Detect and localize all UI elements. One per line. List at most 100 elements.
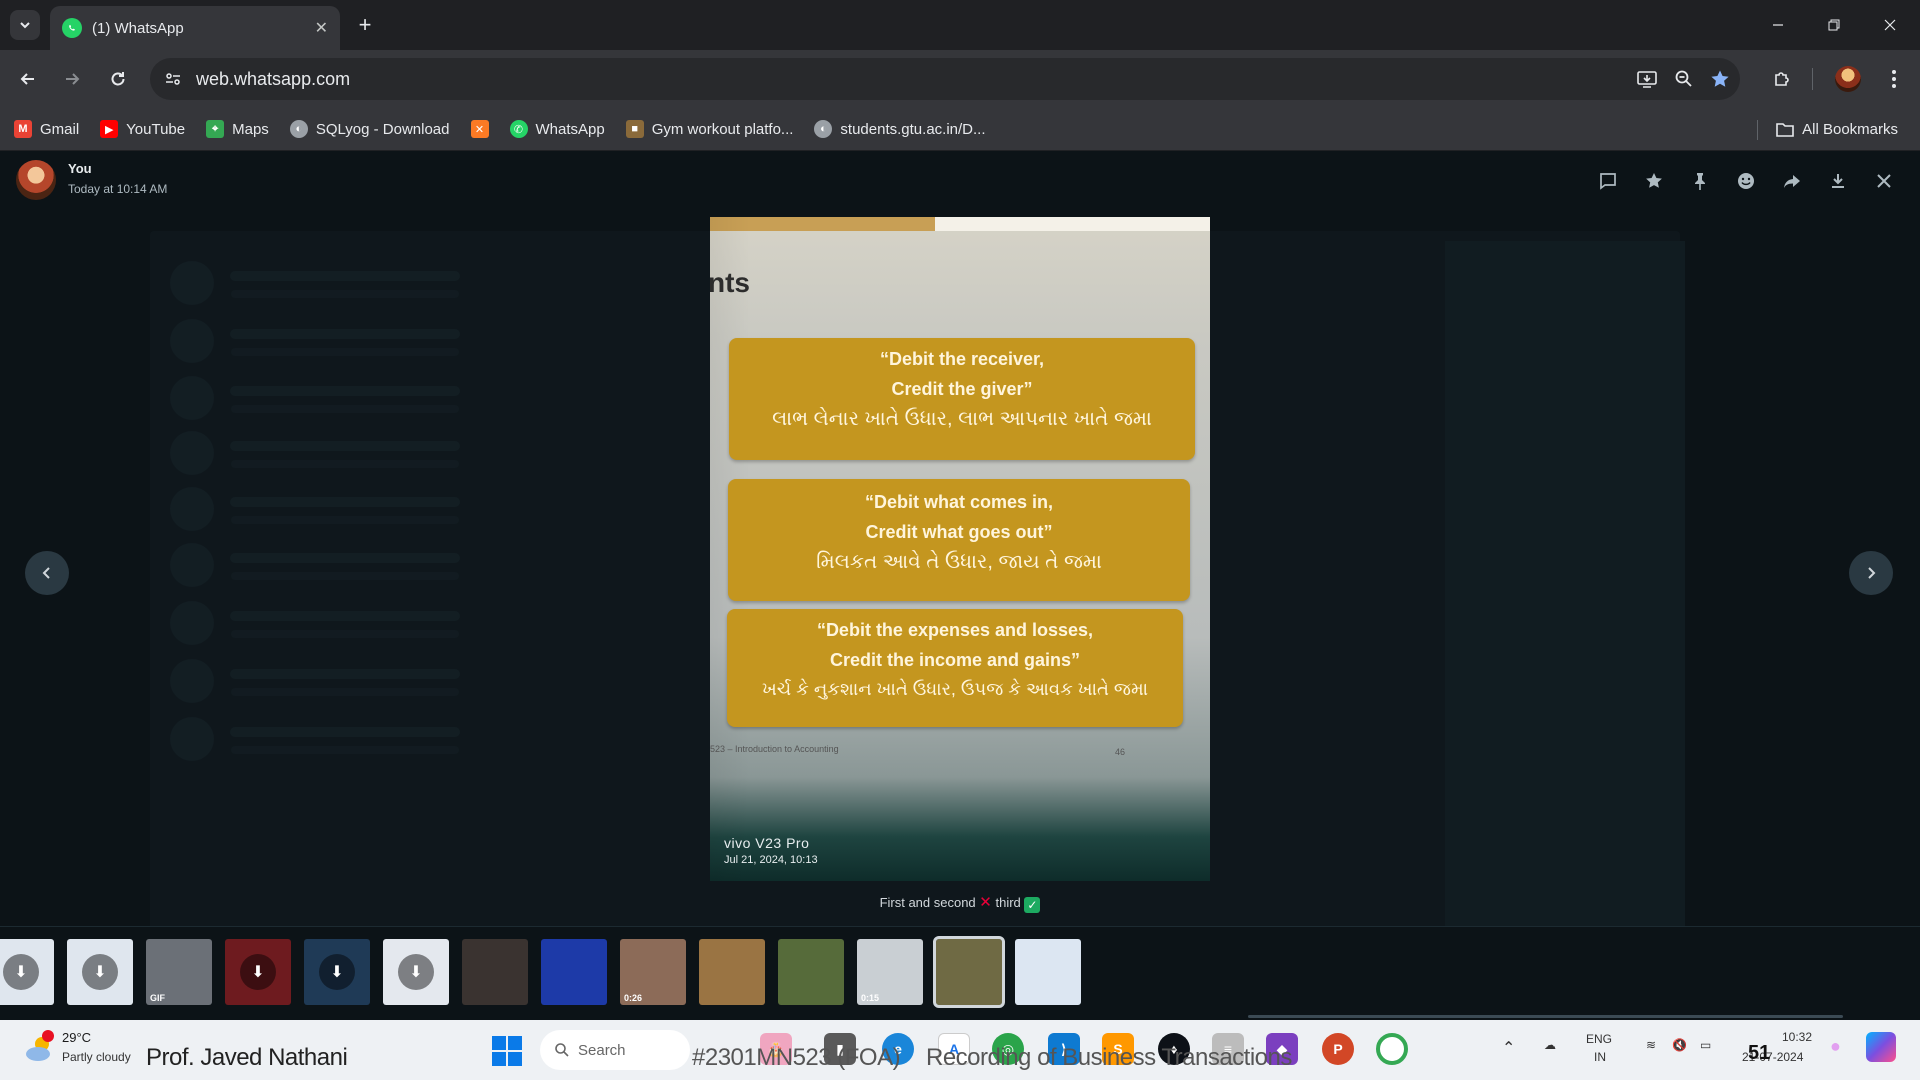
language-primary[interactable]: ENG	[1586, 1032, 1612, 1046]
media-thumbnail[interactable]	[933, 936, 1005, 1008]
forward-button[interactable]	[1776, 165, 1808, 197]
menu-button[interactable]	[1878, 63, 1910, 95]
avatar	[1835, 66, 1861, 92]
media-thumbnail[interactable]: 0:26	[620, 939, 686, 1005]
show-hidden-icons[interactable]: ⌃	[1502, 1038, 1515, 1058]
all-bookmarks-button[interactable]: All Bookmarks	[1776, 108, 1898, 151]
zoom-icon[interactable]	[1674, 69, 1694, 89]
media-thumbnail[interactable]: ⬇	[225, 939, 291, 1005]
gif-badge: GIF	[150, 993, 165, 1003]
bookmark-label: SQLyog - Download	[315, 120, 450, 138]
forward-icon	[1784, 175, 1800, 188]
clock-time[interactable]: 10:32	[1782, 1030, 1812, 1044]
bookmark-youtube[interactable]: ▶ YouTube	[100, 120, 185, 138]
profile-button[interactable]	[1832, 63, 1864, 95]
rule-1-gujarati: લાભ લેનાર ખાતે ઉધાર, લાભ આપનાર ખાતે જમા	[772, 408, 1152, 430]
close-icon	[1877, 174, 1891, 188]
bookmark-label: Maps	[232, 120, 269, 138]
slide-number: 46	[1115, 747, 1126, 757]
bookmark-gym-workout-platfo[interactable]: ■ Gym workout platfo...	[625, 120, 793, 138]
media-thumbnail[interactable]: ⬇	[67, 939, 133, 1005]
media-thumbnail[interactable]	[1015, 939, 1081, 1005]
bookmark-sqlyog-download[interactable]: ◐ SQLyog - Download	[289, 120, 450, 138]
gym-icon: ■	[625, 120, 644, 138]
slide-footer: 523 – Introduction to Accounting	[710, 744, 839, 754]
media-thumbnail[interactable]: ⬇	[0, 939, 54, 1005]
tab-whatsapp[interactable]: (1) WhatsApp ✕	[50, 6, 340, 50]
pin-button[interactable]	[1684, 165, 1716, 197]
media-thumbnail[interactable]	[778, 939, 844, 1005]
minimize-button[interactable]	[1750, 0, 1806, 50]
camera-watermark-date: Jul 21, 2024, 10:13	[724, 854, 818, 866]
media-thumbnail[interactable]: 0:15	[857, 939, 923, 1005]
star-icon	[1646, 173, 1662, 188]
install-app-icon[interactable]	[1636, 69, 1658, 89]
close-icon[interactable]: ✕	[315, 18, 328, 38]
chevron-down-icon	[20, 22, 30, 29]
notification-icon[interactable]: ●	[1830, 1036, 1841, 1057]
check-mark-icon: ✓	[1024, 897, 1041, 913]
media-thumbnail[interactable]: ⬇	[383, 939, 449, 1005]
react-button[interactable]	[1730, 165, 1762, 197]
video-overlay-presenter: Prof. Javed Nathani	[146, 1044, 348, 1071]
extensions-button[interactable]	[1766, 63, 1798, 95]
bookmarks-bar: M Gmail ▶ YouTube ⌖ Maps ◐ SQLyog - Download ✕ ✆ W…	[0, 108, 1920, 151]
chrome-icon[interactable]	[1376, 1033, 1408, 1065]
back-button[interactable]	[12, 63, 44, 95]
bookmark-gmail[interactable]: M Gmail	[14, 120, 79, 138]
star-button[interactable]	[1638, 165, 1670, 197]
partly-cloudy-icon	[26, 1030, 54, 1061]
network-icon[interactable]: ☁	[1544, 1038, 1556, 1052]
media-thumbnail-strip: ⬇ ⬇ GIF ⬇ ⬇ ⬇ 0:26 0:15	[0, 926, 1920, 1020]
download-icon: ⬇	[398, 954, 434, 990]
bookmark-label: students.gtu.ac.in/D...	[840, 120, 986, 138]
viewed-photo[interactable]: nts “Debit the receiver, Credit the give…	[710, 217, 1210, 881]
media-thumbnail[interactable]	[541, 939, 607, 1005]
go-to-message-button[interactable]	[1592, 165, 1624, 197]
youtube-icon: ▶	[100, 120, 119, 138]
weather-widget[interactable]	[22, 1030, 62, 1070]
pin-icon	[1695, 173, 1705, 190]
rule-card-2: “Debit what comes in, Credit what goes o…	[728, 479, 1190, 601]
language-secondary[interactable]: IN	[1594, 1050, 1606, 1064]
close-viewer-button[interactable]	[1868, 165, 1900, 197]
new-tab-button[interactable]: +	[352, 12, 378, 38]
copilot-icon[interactable]	[1866, 1032, 1896, 1062]
bookmark-maps[interactable]: ⌖ Maps	[206, 120, 269, 138]
mute-icon[interactable]: 🔇	[1672, 1038, 1687, 1052]
tab-search-button[interactable]	[10, 10, 40, 40]
wifi-icon[interactable]: ≋	[1646, 1038, 1656, 1052]
bookmark-students-gtu-ac-in-d[interactable]: ◐ students.gtu.ac.in/D...	[814, 120, 986, 138]
download-button[interactable]	[1822, 165, 1854, 197]
thumbnail-scrollbar[interactable]	[1248, 1015, 1843, 1018]
bookmark-xampp[interactable]: ✕	[470, 120, 489, 138]
bookmarks-divider	[1757, 120, 1758, 140]
media-thumbnail[interactable]: GIF	[146, 939, 212, 1005]
restore-button[interactable]	[1806, 0, 1862, 50]
rule-2-line-1: “Debit what comes in,	[864, 492, 1054, 512]
weather-desc: Partly cloudy	[62, 1050, 131, 1064]
media-thumbnail[interactable]	[462, 939, 528, 1005]
video-duration: 0:26	[624, 993, 643, 1003]
start-button[interactable]	[492, 1036, 522, 1066]
bookmark-whatsapp[interactable]: ✆ WhatsApp	[509, 120, 605, 138]
previous-media-button[interactable]	[25, 551, 69, 595]
avatar[interactable]	[16, 160, 56, 200]
reload-button[interactable]	[102, 63, 134, 95]
url-text: web.whatsapp.com	[196, 68, 351, 89]
whatsapp-icon	[62, 18, 82, 38]
sender-name: You	[68, 161, 92, 176]
tab-title: (1) WhatsApp	[92, 19, 184, 37]
forward-button[interactable]	[56, 63, 88, 95]
bookmark-star-icon[interactable]	[1710, 69, 1730, 89]
close-window-button[interactable]	[1862, 0, 1918, 50]
download-icon	[1832, 174, 1844, 188]
address-bar[interactable]: web.whatsapp.com	[150, 58, 1740, 100]
next-media-button[interactable]	[1849, 551, 1893, 595]
battery-icon[interactable]: ▭	[1700, 1038, 1711, 1052]
media-thumbnail[interactable]	[699, 939, 765, 1005]
taskbar-search[interactable]: Search	[540, 1030, 690, 1070]
site-settings-icon[interactable]	[164, 70, 182, 88]
media-thumbnail[interactable]: ⬇	[304, 939, 370, 1005]
powerpoint-icon[interactable]: P	[1322, 1033, 1354, 1065]
